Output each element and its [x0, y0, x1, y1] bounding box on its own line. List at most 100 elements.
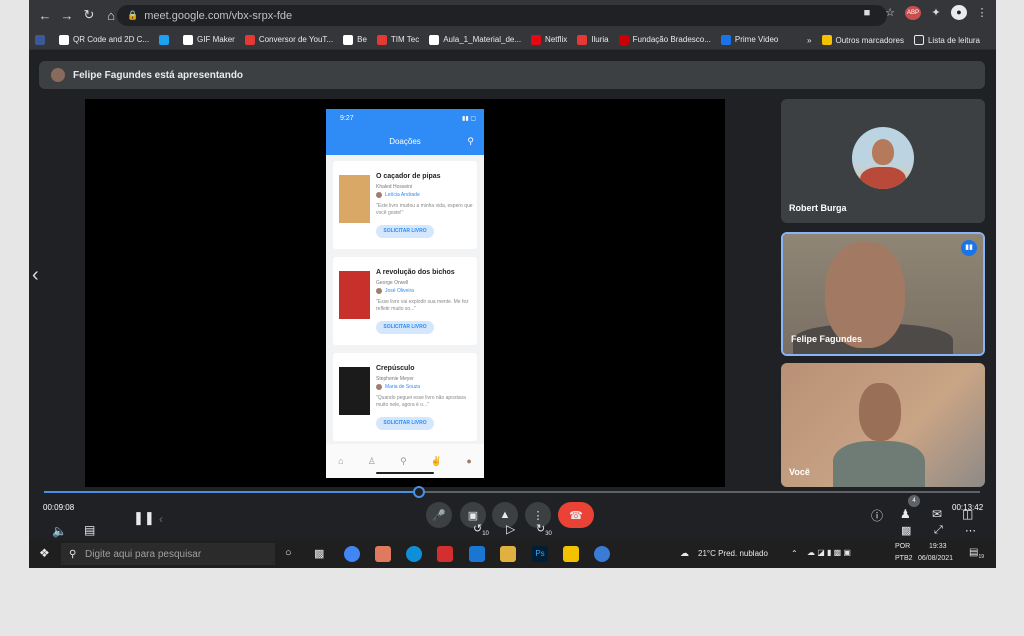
profile-avatar[interactable]: ●	[951, 5, 967, 20]
people-icon[interactable]: ♟	[900, 507, 911, 521]
chevron-left-icon[interactable]: ‹	[32, 264, 39, 287]
donor-name: José Oliveira	[385, 288, 414, 294]
menu-kebab-icon[interactable]: ⋮	[974, 6, 990, 19]
chevron-left-icon[interactable]: ‹	[159, 512, 163, 526]
hang-up-button[interactable]: ☎	[558, 502, 594, 528]
participant-name: Robert Burga	[789, 203, 847, 213]
book-cover	[339, 367, 370, 415]
clock-date[interactable]: 06/08/2021	[918, 555, 953, 562]
clock-time[interactable]: 19:33	[929, 543, 947, 550]
bookmark-item[interactable]: Fundação Bradesco...	[618, 34, 711, 45]
reading-list[interactable]: Lista de leitura	[913, 35, 980, 45]
tray-app-icons[interactable]: ☁ ◪ ▮ ▩ ▣	[807, 548, 851, 557]
phone-time: 9:27	[340, 115, 354, 122]
telegram-app-icon[interactable]	[594, 546, 610, 562]
exit-fullscreen-icon[interactable]: ⤢	[934, 524, 943, 537]
chat-icon[interactable]: ✉	[932, 507, 942, 521]
bookmark-label: TIM Tec	[390, 35, 420, 44]
book-quote: "Quando peguei esse livro não apostava m…	[376, 395, 466, 408]
address-bar[interactable]: 🔒 meet.google.com/vbx-srpx-fde	[117, 5, 887, 26]
mail-app-icon[interactable]	[469, 546, 485, 562]
bookmark-label: GIF Maker	[197, 35, 235, 44]
rewind-icon[interactable]: ↺10	[473, 522, 489, 537]
tray-chevron-icon[interactable]: ⌃	[791, 549, 798, 558]
forward-arrow-icon[interactable]: →	[57, 5, 77, 25]
request-book-button: SOLICITAR LIVRO	[376, 225, 434, 238]
bookmark-item[interactable]	[159, 34, 173, 45]
play-icon[interactable]: ▷	[506, 522, 515, 536]
folder-icon	[821, 35, 832, 45]
photoshop-app-icon[interactable]: Ps	[532, 546, 548, 562]
bookmark-item[interactable]: Aula_1_Material_de...	[429, 34, 521, 45]
url-text: meet.google.com/vbx-srpx-fde	[144, 9, 293, 22]
participant-tile-robert[interactable]: Robert Burga	[781, 99, 985, 223]
sticky-notes-icon[interactable]	[563, 546, 579, 562]
bookmark-favicon-icon	[720, 34, 731, 45]
book-author: George Orwell	[376, 280, 409, 286]
bookmark-item[interactable]: GIF Maker	[183, 34, 235, 45]
bookmark-favicon-icon	[183, 34, 194, 45]
bookmark-item[interactable]: Netflix	[531, 34, 567, 45]
present-icon: ▲	[499, 509, 511, 521]
microphone-button[interactable]: 🎤	[426, 502, 452, 528]
weather-text[interactable]: 21°C Pred. nublado	[698, 549, 768, 558]
bookmark-favicon-icon	[59, 34, 69, 45]
profile-icon: ●	[466, 456, 472, 466]
camera-icon[interactable]: ■	[859, 7, 875, 19]
task-view-icon[interactable]: ▩	[314, 547, 324, 560]
volume-icon[interactable]: 🔈	[52, 524, 67, 538]
bookmark-item[interactable]	[35, 34, 49, 45]
bookmark-favicon-icon	[618, 34, 629, 45]
notifications-icon[interactable]: ▤19	[969, 547, 984, 560]
book-cover	[339, 175, 370, 223]
book-author: Stephenie Meyer	[376, 376, 414, 382]
cortana-icon[interactable]: ○	[285, 547, 292, 559]
presenter-avatar	[51, 68, 65, 82]
weather-icon[interactable]: ☁	[680, 548, 689, 559]
bookmark-item[interactable]: Conversor de YouT...	[244, 34, 333, 45]
pip-icon[interactable]: ▩	[901, 524, 911, 537]
participant-tile-self[interactable]: Você	[781, 363, 985, 487]
edge-app-icon[interactable]	[406, 546, 422, 562]
progress-handle[interactable]	[413, 486, 425, 498]
chrome-app-icon[interactable]	[344, 546, 360, 562]
bookmark-item[interactable]: Iluria	[577, 34, 609, 45]
app-header: 9:27 ▮▮ ▢ Doações ⚲	[326, 109, 484, 155]
other-bookmarks-label: Outros marcadores	[835, 35, 904, 45]
language-bottom[interactable]: PTB2	[895, 555, 913, 562]
bookmark-item[interactable]: Prime Video	[720, 34, 778, 45]
donor-name: Letícia Andrade	[385, 192, 420, 198]
speaking-indicator-icon: ▮▮	[961, 240, 977, 256]
pause-icon[interactable]: ❚❚	[133, 510, 155, 526]
other-bookmarks[interactable]: Outros marcadores	[821, 35, 904, 45]
extensions-icon[interactable]: ✦	[928, 6, 944, 19]
bookmark-item[interactable]: QR Code and 2D C...	[59, 34, 149, 45]
more-horizontal-icon[interactable]: ⋯	[965, 524, 976, 537]
participant-tile-felipe[interactable]: ▮▮ Felipe Fagundes	[781, 232, 985, 356]
donor-user: José Oliveira	[376, 288, 414, 294]
book-quote: "Esse livro vai explodir sua mente. Me f…	[376, 299, 469, 312]
taskbar-search[interactable]: ⚲ Digite aqui para pesquisar	[61, 543, 275, 565]
bookmark-favicon-icon	[343, 34, 354, 45]
browser-toolbar: ← → ↻ ⌂ 🔒 meet.google.com/vbx-srpx-fde ■…	[29, 0, 996, 30]
forward-icon[interactable]: ↻30	[536, 522, 552, 537]
bookmark-item[interactable]: TIM Tec	[376, 34, 420, 45]
reload-icon[interactable]: ↻	[79, 5, 99, 25]
file-explorer-icon[interactable]	[500, 546, 516, 562]
info-icon[interactable]: ⓘ	[871, 507, 883, 524]
bookmarks-overflow-icon[interactable]: »	[807, 36, 811, 45]
adblock-icon[interactable]: ABP	[905, 5, 921, 20]
star-icon[interactable]: ☆	[882, 6, 898, 19]
language-top[interactable]: POR	[895, 543, 910, 550]
bookmark-favicon-icon	[577, 34, 588, 45]
activities-icon[interactable]: ◫	[962, 507, 973, 521]
captions-icon[interactable]: ▤	[84, 523, 95, 537]
book-quote: "Este livro mudou a minha vida, espero q…	[376, 203, 473, 216]
lock-icon: 🔒	[127, 10, 139, 20]
bookmark-item[interactable]: Be	[343, 34, 367, 45]
acrobat-app-icon[interactable]	[437, 546, 453, 562]
bookmark-favicon-icon	[376, 34, 387, 45]
windows-start-icon[interactable]: ❖	[39, 546, 50, 560]
photos-app-icon[interactable]	[375, 546, 391, 562]
back-arrow-icon[interactable]: ←	[35, 5, 55, 25]
